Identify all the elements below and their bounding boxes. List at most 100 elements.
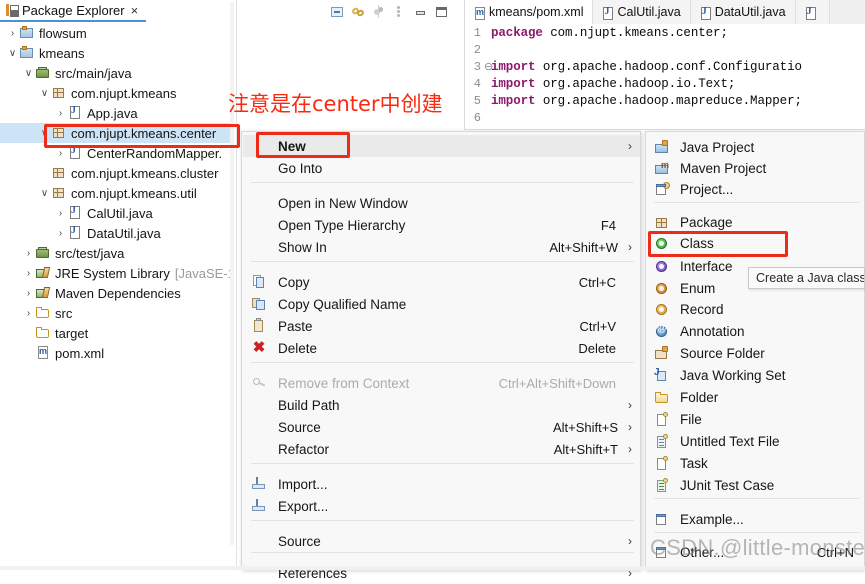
tree-item-pom-xml[interactable]: pom.xml [0, 343, 232, 363]
maximize-icon[interactable] [435, 5, 449, 19]
menu-item-source[interactable]: Source Alt+Shift+S › [243, 416, 640, 438]
context-menu[interactable]: New › Go Into Open in New Window Open Type H… [241, 131, 641, 581]
new-menu-item-class[interactable]: Class [647, 233, 864, 254]
chevron-down-icon[interactable]: ∨ [22, 68, 35, 79]
task-icon [654, 455, 670, 472]
editor-tab-extra[interactable] [795, 0, 830, 24]
new-menu-item-junit-test-case[interactable]: JUnit Test Case [647, 475, 864, 496]
new-menu-item-java-project[interactable]: Java Project [647, 137, 864, 158]
tree-item-kmeans[interactable]: ∨ kmeans [0, 43, 232, 63]
new-menu-item-project[interactable]: Project... [647, 179, 864, 200]
explorer-scrollbar[interactable] [230, 2, 234, 545]
menu-item-go-into[interactable]: Go Into [243, 157, 640, 179]
explorer-tab-bar: Package Explorer × [0, 0, 447, 24]
new-menu-item-label: Example... [680, 512, 744, 527]
new-menu-item-label: File [680, 412, 702, 427]
chevron-down-icon[interactable]: ∨ [38, 188, 51, 199]
chevron-right-icon[interactable]: › [22, 308, 35, 319]
new-submenu[interactable]: Java Project Maven Project Project... Packa… [645, 131, 865, 570]
menu-item-shortcut: Alt+Shift+S [552, 419, 618, 435]
menu-item-import[interactable]: Import... [243, 473, 640, 495]
package-icon [51, 125, 67, 141]
tree-item-src-main-java[interactable]: ∨ src/main/java [0, 63, 232, 83]
line-number: 6 [473, 111, 481, 125]
new-menu-item-package[interactable]: Package [647, 212, 864, 233]
menu-item-shortcut: Ctrl+C [578, 274, 616, 290]
menu-item-export[interactable]: Export... [243, 495, 640, 517]
project-tree[interactable]: › flowsum ∨ kmeans ∨ src/main/java ∨ com.njupt.… [0, 23, 237, 570]
menu-item-show-in[interactable]: Show In Alt+Shift+W › [243, 236, 640, 258]
menu-item-label: Copy [278, 274, 310, 290]
chevron-right-icon[interactable]: › [54, 228, 67, 239]
menu-item-open-in-new-window[interactable]: Open in New Window [243, 192, 640, 214]
tree-item-label: Maven Dependencies [55, 285, 181, 301]
tree-item-src[interactable]: › src [0, 303, 232, 323]
source-folder-icon [35, 65, 51, 81]
submenu-arrow-icon: › [628, 442, 632, 456]
new-menu-item-task[interactable]: Task [647, 453, 864, 474]
tree-item-flowsum[interactable]: › flowsum [0, 23, 232, 43]
chevron-down-icon[interactable]: ∨ [38, 88, 51, 99]
tree-item-com-njupt-kmeans-cluster[interactable]: com.njupt.kmeans.cluster [0, 163, 232, 183]
new-menu-item-record[interactable]: Record [647, 299, 864, 320]
chevron-right-icon[interactable]: › [22, 288, 35, 299]
new-menu-item-label: Project... [680, 182, 734, 197]
chevron-right-icon[interactable]: › [6, 28, 19, 39]
chevron-right-icon[interactable]: › [22, 268, 35, 279]
new-menu-item-folder[interactable]: Folder [647, 387, 864, 408]
tree-item-com-njupt-kmeans-util[interactable]: ∨ com.njupt.kmeans.util [0, 183, 232, 203]
chevron-right-icon[interactable]: › [22, 248, 35, 259]
code-keyword: package [491, 26, 543, 40]
tab-package-explorer[interactable]: Package Explorer × [0, 0, 147, 22]
new-menu-item-file[interactable]: File [647, 409, 864, 430]
view-menu-icon[interactable] [393, 5, 407, 19]
chevron-down-icon[interactable]: ∨ [6, 48, 19, 59]
panel-divider[interactable] [236, 0, 237, 570]
code-view[interactable]: 1 package com.njupt.kmeans.center; 2 3 ⊖ impo… [465, 24, 865, 130]
tree-item-com-njupt-kmeans[interactable]: ∨ com.njupt.kmeans [0, 83, 232, 103]
chevron-down-icon[interactable]: ∨ [38, 128, 51, 139]
menu-item-copy[interactable]: Copy Ctrl+C [243, 271, 640, 293]
editor-tab-label: DataUtil.java [714, 5, 786, 19]
tree-item-app-java[interactable]: › App.java [0, 103, 232, 123]
collapse-all-icon[interactable] [330, 5, 344, 19]
submenu-arrow-icon: › [628, 139, 632, 153]
menu-item-open-type-hierarchy[interactable]: Open Type Hierarchy F4 [243, 214, 640, 236]
editor-tab-calutil-java[interactable]: CalUtil.java [593, 0, 691, 24]
tree-item-target[interactable]: target [0, 323, 232, 343]
new-menu-item-maven-project[interactable]: Maven Project [647, 158, 864, 179]
editor-tab-kmeans-pom-xml[interactable]: kmeans/pom.xml [465, 0, 594, 24]
editor-tab-datautil-java[interactable]: DataUtil.java [690, 0, 796, 24]
tree-item-jre-system-library[interactable]: › JRE System Library [JavaSE-1. [0, 263, 237, 283]
menu-item-source[interactable]: Source › [243, 530, 640, 552]
menu-item-copy-qualified-name[interactable]: Copy Qualified Name [243, 293, 640, 315]
chevron-right-icon[interactable]: › [54, 208, 67, 219]
menu-item-build-path[interactable]: Build Path › [243, 394, 640, 416]
submenu-separator [654, 532, 859, 533]
tree-item-label: App.java [87, 105, 138, 121]
chevron-right-icon[interactable]: › [54, 108, 67, 119]
new-menu-item-annotation[interactable]: Annotation [647, 321, 864, 342]
tree-item-datautil-java[interactable]: › DataUtil.java [0, 223, 232, 243]
chevron-right-icon[interactable]: › [54, 148, 67, 159]
link-with-editor-icon[interactable] [351, 5, 365, 19]
tree-item-com-njupt-kmeans-center[interactable]: ∨ com.njupt.kmeans.center [0, 123, 232, 143]
menu-item-paste[interactable]: Paste Ctrl+V [243, 315, 640, 337]
new-menu-item-example[interactable]: Example... [647, 509, 864, 530]
minimize-icon[interactable] [414, 5, 428, 19]
new-menu-item-label: Enum [680, 281, 716, 296]
menu-item-new[interactable]: New › [243, 135, 640, 157]
window-bottom-edge [0, 566, 865, 570]
menu-item-delete[interactable]: ✖ Delete Delete [243, 337, 640, 359]
close-icon[interactable]: × [131, 4, 139, 17]
menu-item-label: Copy Qualified Name [278, 296, 407, 312]
tree-item-centerrandommapper[interactable]: › CenterRandomMapper. [0, 143, 232, 163]
new-menu-item-untitled-text-file[interactable]: Untitled Text File [647, 431, 864, 452]
view-filter-icon[interactable] [372, 5, 386, 19]
tree-item-src-test-java[interactable]: › src/test/java [0, 243, 232, 263]
menu-item-refactor[interactable]: Refactor Alt+Shift+T › [243, 438, 640, 460]
new-menu-item-java-working-set[interactable]: Java Working Set [647, 365, 864, 386]
tree-item-calutil-java[interactable]: › CalUtil.java [0, 203, 232, 223]
new-menu-item-source-folder[interactable]: Source Folder [647, 343, 864, 364]
tree-item-maven-dependencies[interactable]: › Maven Dependencies [0, 283, 232, 303]
